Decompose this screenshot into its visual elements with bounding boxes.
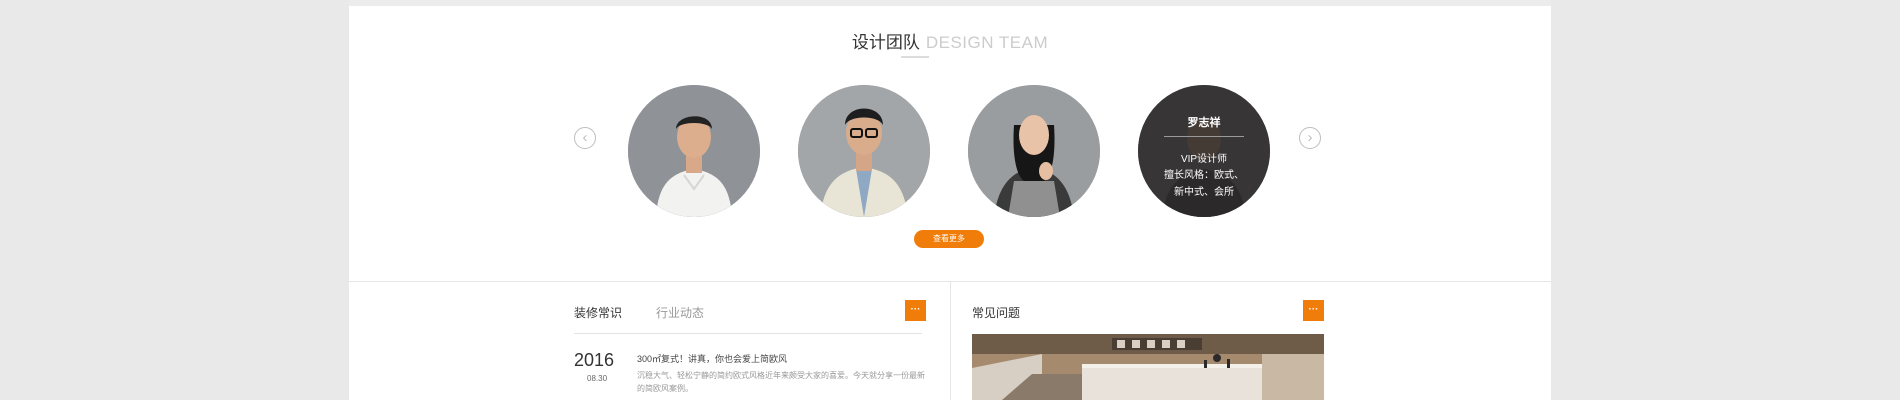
news-date: 08.30: [587, 374, 608, 383]
member-specialty: 擅长风格：欧式、新中式、会所: [1164, 170, 1244, 198]
team-member-photo-hovered[interactable]: 罗志祥 VIP设计师 擅长风格：欧式、新中式、会所: [1138, 85, 1270, 217]
team-section-title: 设计团队 DESIGN TEAM: [349, 28, 1551, 53]
news-title-link[interactable]: 300㎡复式！讲真，你也会爱上简欧风: [637, 352, 787, 365]
news-header-line: [574, 333, 922, 334]
prev-arrow-icon[interactable]: ‹: [574, 127, 596, 149]
content-panel: 设计团队 DESIGN TEAM ‹ › 罗志祥 VIP设计师 擅长风格：欧式、…: [349, 0, 1551, 400]
title-underline: [901, 56, 929, 58]
team-member-photo[interactable]: [628, 85, 760, 217]
team-title-en: DESIGN TEAM: [925, 33, 1049, 52]
faq-more-icon[interactable]: ···: [1303, 300, 1324, 321]
team-member-photo[interactable]: [968, 85, 1100, 217]
team-member-photo[interactable]: [798, 85, 930, 217]
tab-decoration-tips[interactable]: 装修常识: [574, 304, 622, 321]
next-arrow-icon[interactable]: ›: [1299, 127, 1321, 149]
news-more-icon[interactable]: ···: [905, 300, 926, 321]
news-year: 2016: [574, 350, 615, 370]
column-divider: [950, 282, 951, 400]
view-more-button[interactable]: 查看更多: [914, 230, 984, 248]
member-role: VIP设计师: [1180, 154, 1228, 165]
member-name: 罗志祥: [1187, 117, 1221, 129]
faq-title: 常见问题: [972, 306, 1021, 320]
member-info-overlay: 罗志祥 VIP设计师 擅长风格：欧式、新中式、会所: [1138, 85, 1270, 217]
faq-thumbnail-image[interactable]: [972, 334, 1324, 400]
news-excerpt: 沉稳大气、轻松宁静的简约欧式风格近年来颇受大家的喜爱。今天就分享一份最新的简欧风…: [637, 371, 925, 393]
team-title-cn: 设计团队: [851, 33, 920, 52]
member-divider: [1164, 136, 1244, 137]
tab-industry-news[interactable]: 行业动态: [656, 304, 704, 321]
top-strip: [349, 0, 1551, 6]
